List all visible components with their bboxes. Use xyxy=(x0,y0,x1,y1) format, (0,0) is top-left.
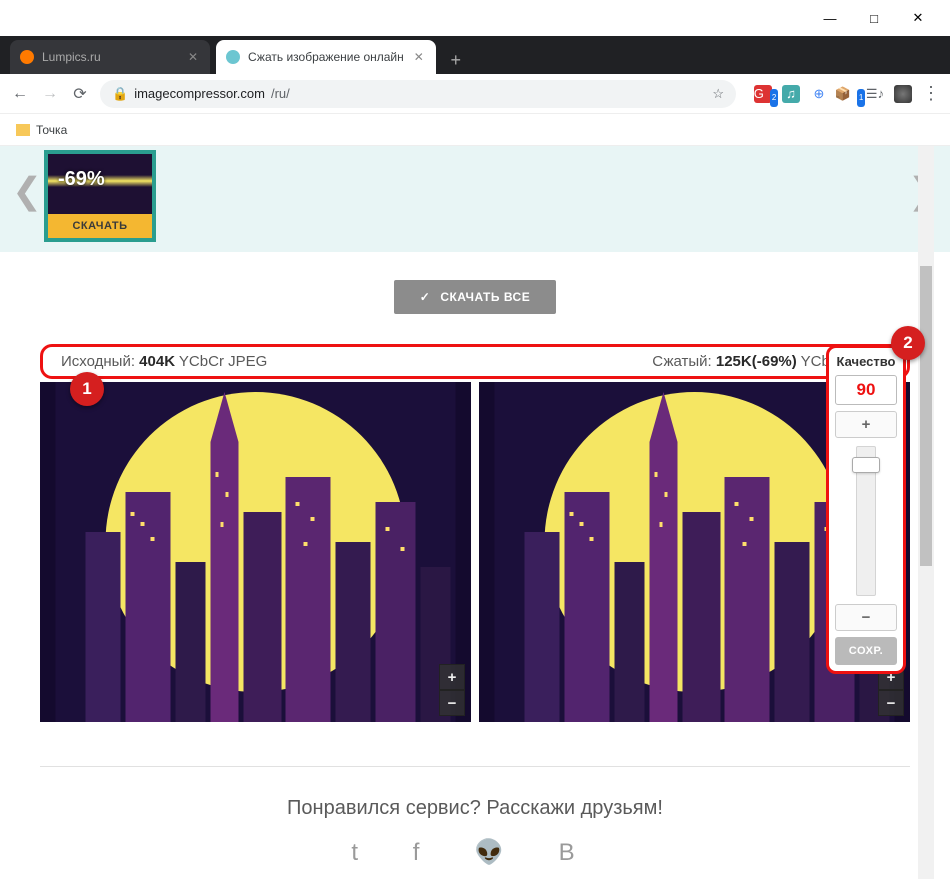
extension-icon[interactable]: ♫ xyxy=(782,85,800,103)
city-image xyxy=(40,382,471,722)
bookmarks-bar: Точка xyxy=(0,114,950,146)
original-size: 404K xyxy=(139,353,175,370)
quality-minus-button[interactable]: − xyxy=(835,604,897,631)
window-maximize-button[interactable]: □ xyxy=(852,3,896,33)
reading-list-icon[interactable]: ☰♪ xyxy=(866,85,884,103)
url-path: /ru/ xyxy=(271,86,290,101)
annotation-callout-1: 1 xyxy=(70,372,104,406)
star-icon[interactable]: ☆ xyxy=(712,86,724,102)
thumbnail-download-button[interactable]: СКАЧАТЬ xyxy=(48,214,152,238)
extension-icon[interactable]: 📦1 xyxy=(838,85,856,103)
annotation-callout-2: 2 xyxy=(891,326,925,360)
browser-tab-active[interactable]: Сжать изображение онлайн ✕ xyxy=(216,40,436,74)
check-icon: ✓ xyxy=(420,290,431,304)
comparison-section: 1 Исходный: 404K YCbCr JPEG Сжатый: 125K… xyxy=(0,344,950,742)
browser-toolbar: ← → ⟳ 🔒 imagecompressor.com/ru/ ☆ G2 ♫ ⊕… xyxy=(0,74,950,114)
compressed-label: Сжатый: xyxy=(652,353,716,370)
tab-close-icon[interactable]: ✕ xyxy=(412,50,426,64)
quality-panel: 2 Качество 90 + − СОХР. xyxy=(826,345,906,674)
carousel-prev-button[interactable]: ❮ xyxy=(12,170,42,212)
favicon-icon xyxy=(226,50,240,64)
lock-icon: 🔒 xyxy=(112,86,128,102)
new-tab-button[interactable]: + xyxy=(442,46,470,74)
thumbnail-carousel: ❮ ❯ -69% СКАЧАТЬ xyxy=(0,146,950,252)
quality-value-input[interactable]: 90 xyxy=(835,375,897,405)
window-minimize-button[interactable]: — xyxy=(808,3,852,33)
compressed-size: 125K(-69%) xyxy=(716,353,797,370)
stats-bar: Исходный: 404K YCbCr JPEG Сжатый: 125K(-… xyxy=(40,344,910,379)
reload-button[interactable]: ⟳ xyxy=(70,84,90,104)
save-button[interactable]: СОХР. xyxy=(835,637,897,665)
comparison-images: + − xyxy=(40,382,910,722)
folder-icon xyxy=(16,124,30,136)
favicon-icon xyxy=(20,50,34,64)
quality-label: Качество xyxy=(835,354,897,369)
original-image-pane[interactable]: + − xyxy=(40,382,471,722)
profile-avatar[interactable] xyxy=(894,85,912,103)
tab-title: Сжать изображение онлайн xyxy=(248,50,404,64)
scrollbar-thumb[interactable] xyxy=(920,266,932,566)
tab-close-icon[interactable]: ✕ xyxy=(186,50,200,64)
quality-slider-track[interactable] xyxy=(856,446,876,596)
share-icons[interactable]: t f 👽 B xyxy=(0,828,950,887)
zoom-controls: + − xyxy=(439,664,465,716)
menu-button[interactable]: ⋮ xyxy=(922,85,940,103)
original-label: Исходный: xyxy=(61,353,139,370)
window-titlebar: — □ ✕ xyxy=(0,0,950,36)
download-all-label: СКАЧАТЬ ВСЕ xyxy=(440,290,530,304)
quality-plus-button[interactable]: + xyxy=(835,411,897,438)
original-info: YCbCr JPEG xyxy=(175,353,267,370)
forward-button[interactable]: → xyxy=(40,85,60,103)
tab-title: Lumpics.ru xyxy=(42,50,178,64)
extension-icon[interactable]: ⊕ xyxy=(810,85,828,103)
thumbnail-image: -69% xyxy=(48,154,152,214)
window-close-button[interactable]: ✕ xyxy=(896,3,940,33)
compression-badge: -69% xyxy=(58,168,105,191)
original-stats: Исходный: 404K YCbCr JPEG xyxy=(61,353,267,370)
address-bar[interactable]: 🔒 imagecompressor.com/ru/ ☆ xyxy=(100,80,736,108)
browser-tabstrip: Lumpics.ru ✕ Сжать изображение онлайн ✕ … xyxy=(0,36,950,74)
download-all-row: ✓ СКАЧАТЬ ВСЕ xyxy=(0,252,950,344)
extension-icon[interactable]: G2 xyxy=(754,85,772,103)
section-divider xyxy=(40,766,910,767)
thumbnail-card[interactable]: -69% СКАЧАТЬ xyxy=(44,150,156,242)
quality-slider-thumb[interactable] xyxy=(852,457,880,473)
zoom-out-button[interactable]: − xyxy=(878,690,904,716)
url-host: imagecompressor.com xyxy=(134,86,265,101)
back-button[interactable]: ← xyxy=(10,85,30,103)
browser-tab[interactable]: Lumpics.ru ✕ xyxy=(10,40,210,74)
bookmark-item[interactable]: Точка xyxy=(36,123,67,137)
page-content: ❮ ❯ -69% СКАЧАТЬ ✓ СКАЧАТЬ ВСЕ 1 Исходны… xyxy=(0,146,950,893)
zoom-in-button[interactable]: + xyxy=(439,664,465,690)
page-scrollbar[interactable] xyxy=(918,146,934,879)
share-heading: Понравился сервис? Расскажи друзьям! xyxy=(0,797,950,828)
extension-icons: G2 ♫ ⊕ 📦1 ☰♪ ⋮ xyxy=(754,85,940,103)
zoom-out-button[interactable]: − xyxy=(439,690,465,716)
download-all-button[interactable]: ✓ СКАЧАТЬ ВСЕ xyxy=(394,280,556,314)
